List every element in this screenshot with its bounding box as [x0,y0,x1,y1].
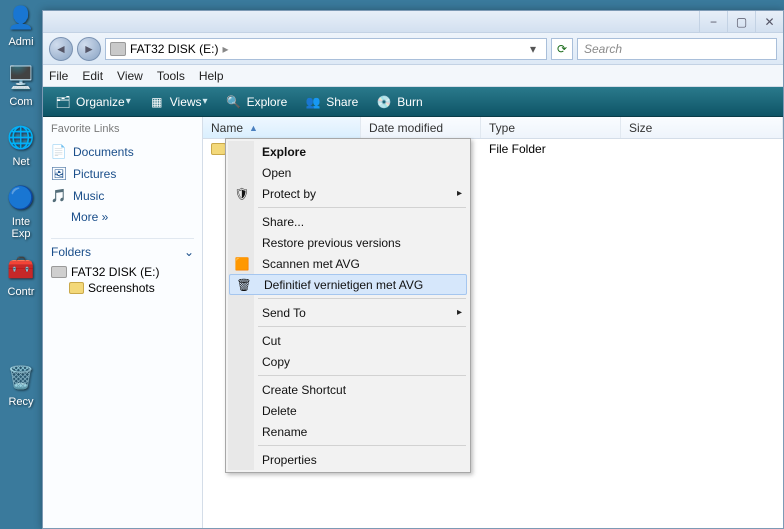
sidebar-item-pictures[interactable]: 🖼Pictures [51,166,194,182]
music-icon: 🎵 [51,188,67,204]
ctx-explore[interactable]: Explore [228,141,468,162]
ctx-destroy-avg[interactable]: 🗑Definitief vernietigen met AVG [229,274,467,295]
ctx-protect-by[interactable]: 🛡Protect by▸ [228,183,468,204]
desktop-icon[interactable]: 🌐Net [2,122,40,168]
documents-icon: 📄 [51,144,67,160]
forward-button[interactable]: ► [77,37,101,61]
caret-down-icon: ▾ [203,96,208,107]
address-dropdown[interactable]: ▾ [524,42,542,56]
explore-button[interactable]: 🔍Explore [222,91,292,113]
sidebar-more[interactable]: More » [71,210,194,224]
ctx-send-to[interactable]: Send To▸ [228,302,468,323]
ctx-properties[interactable]: Properties [228,449,468,470]
ctx-copy[interactable]: Copy [228,351,468,372]
menu-help[interactable]: Help [199,69,224,83]
menu-tools[interactable]: Tools [157,69,185,83]
submenu-arrow-icon: ▸ [457,188,462,199]
burn-icon: 💿 [376,94,392,110]
tree-node-drive[interactable]: FAT32 DISK (E:) [51,265,194,279]
desktop-icon[interactable]: 🖥️Com [2,62,40,108]
refresh-button[interactable]: ⟳ [551,38,573,60]
context-menu: Explore Open 🛡Protect by▸ Share... Resto… [225,138,471,473]
menu-file[interactable]: File [49,69,68,83]
ctx-rename[interactable]: Rename [228,421,468,442]
sort-asc-icon: ▲ [249,123,258,133]
folder-icon [211,143,226,155]
toolbar: 🗂Organize▾ ▦Views▾ 🔍Explore 👥Share 💿Burn [43,87,783,117]
share-icon: 👥 [305,94,321,110]
desktop-icon[interactable]: 👤Admi [2,2,40,48]
pictures-icon: 🖼 [51,166,67,182]
folders-header[interactable]: Folders ⌄ [51,238,194,259]
drive-icon [51,266,67,278]
col-date[interactable]: Date modified [361,117,481,138]
desktop-icon[interactable]: 🗑️Recy [2,362,40,408]
desktop-icon[interactable]: 🔵Inte Exp [2,182,40,240]
ctx-delete[interactable]: Delete [228,400,468,421]
explore-icon: 🔍 [226,94,242,110]
chevron-down-icon: ⌄ [184,245,194,259]
shred-icon: 🗑 [236,277,252,293]
favorites-heading: Favorite Links [51,123,194,135]
close-button[interactable]: ✕ [755,11,783,32]
column-headers: Name▲ Date modified Type Size [203,117,783,139]
organize-icon: 🗂 [55,94,71,110]
drive-icon [110,42,126,56]
col-name[interactable]: Name▲ [203,117,361,138]
sidebar: Favorite Links 📄Documents 🖼Pictures 🎵Mus… [43,117,203,528]
ctx-create-shortcut[interactable]: Create Shortcut [228,379,468,400]
ctx-scan-avg[interactable]: 🟧Scannen met AVG [228,253,468,274]
col-size[interactable]: Size [621,117,783,138]
submenu-arrow-icon: ▸ [457,307,462,318]
ctx-restore[interactable]: Restore previous versions [228,232,468,253]
breadcrumb[interactable]: FAT32 DISK (E:) ▸ ▾ [105,38,547,60]
sidebar-item-music[interactable]: 🎵Music [51,188,194,204]
titlebar: − ▢ ✕ [43,11,783,33]
chevron-right-icon[interactable]: ▸ [222,42,228,56]
folder-icon [69,282,84,294]
views-icon: ▦ [149,94,165,110]
burn-button[interactable]: 💿Burn [372,91,426,113]
protect-icon: 🛡 [234,186,250,202]
tree-node-screenshots[interactable]: Screenshots [69,281,194,295]
ctx-cut[interactable]: Cut [228,330,468,351]
organize-button[interactable]: 🗂Organize▾ [51,91,135,113]
minimize-button[interactable]: − [699,11,727,32]
address-bar: ◄ ► FAT32 DISK (E:) ▸ ▾ ⟳ Search [43,33,783,65]
breadcrumb-item[interactable]: FAT32 DISK (E:) [130,42,218,56]
ctx-share[interactable]: Share... [228,211,468,232]
caret-down-icon: ▾ [126,96,131,107]
sidebar-item-documents[interactable]: 📄Documents [51,144,194,160]
menu-view[interactable]: View [117,69,143,83]
ctx-open[interactable]: Open [228,162,468,183]
col-type[interactable]: Type [481,117,621,138]
menu-edit[interactable]: Edit [82,69,103,83]
desktop-icon[interactable]: 🧰Contr [2,252,40,298]
back-button[interactable]: ◄ [49,37,73,61]
folder-tree: FAT32 DISK (E:) Screenshots [51,263,194,297]
views-button[interactable]: ▦Views▾ [145,91,212,113]
share-button[interactable]: 👥Share [301,91,362,113]
menubar: File Edit View Tools Help [43,65,783,87]
search-input[interactable]: Search [577,38,777,60]
maximize-button[interactable]: ▢ [727,11,755,32]
avg-icon: 🟧 [234,256,250,272]
